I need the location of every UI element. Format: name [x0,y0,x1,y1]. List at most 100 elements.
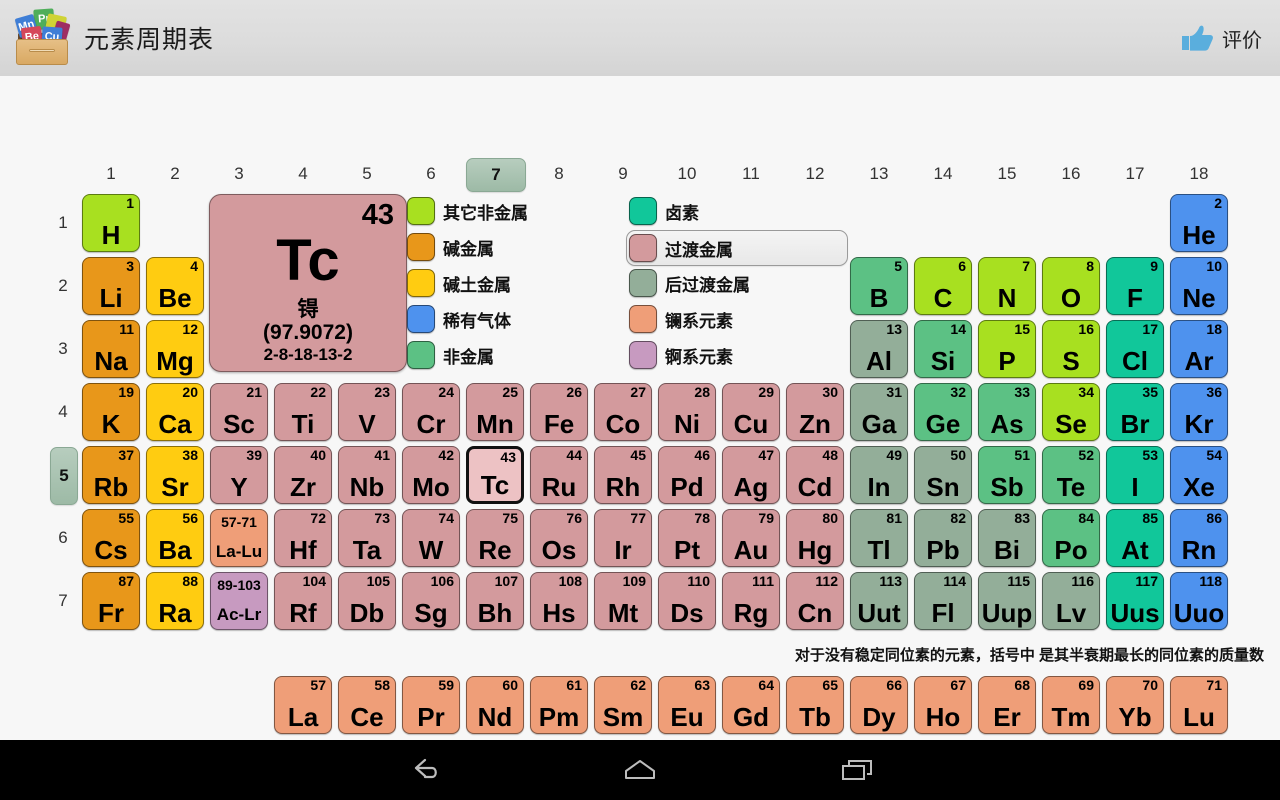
element-cell-B[interactable]: 5B [850,257,908,315]
element-cell-Cd[interactable]: 48Cd [786,446,844,504]
element-cell-Po[interactable]: 84Po [1042,509,1100,567]
element-cell-As[interactable]: 33As [978,383,1036,441]
element-cell-Na[interactable]: 11Na [82,320,140,378]
element-cell-Rf[interactable]: 104Rf [274,572,332,630]
legend-item-1[interactable]: 碱金属 [407,232,494,262]
period-header-2[interactable]: 2 [50,258,76,314]
group-header-1[interactable]: 1 [82,158,140,190]
element-cell-Os[interactable]: 76Os [530,509,588,567]
element-cell-Sb[interactable]: 51Sb [978,446,1036,504]
element-cell-S[interactable]: 16S [1042,320,1100,378]
element-cell-Er[interactable]: 68Er [978,676,1036,734]
element-cell-Br[interactable]: 35Br [1106,383,1164,441]
element-cell-Gd[interactable]: 64Gd [722,676,780,734]
element-cell-Db[interactable]: 105Db [338,572,396,630]
element-cell-Re[interactable]: 75Re [466,509,524,567]
group-header-2[interactable]: 2 [146,158,204,190]
element-cell-Xe[interactable]: 54Xe [1170,446,1228,504]
element-cell-Ne[interactable]: 10Ne [1170,257,1228,315]
group-header-11[interactable]: 11 [722,158,780,190]
period-header-3[interactable]: 3 [50,321,76,377]
element-cell-Mo[interactable]: 42Mo [402,446,460,504]
element-cell-Fe[interactable]: 26Fe [530,383,588,441]
element-detail-panel[interactable]: 43 Tc 锝 (97.9072) 2-8-18-13-2 [209,194,407,372]
legend-item-3[interactable]: 稀有气体 [407,304,511,334]
element-cell-Pt[interactable]: 78Pt [658,509,716,567]
element-cell-Uuo[interactable]: 118Uuo [1170,572,1228,630]
group-header-8[interactable]: 8 [530,158,588,190]
group-header-17[interactable]: 17 [1106,158,1164,190]
element-cell-Rb[interactable]: 37Rb [82,446,140,504]
group-header-12[interactable]: 12 [786,158,844,190]
legend-item-0[interactable]: 其它非金属 [407,196,528,226]
element-cell-Mt[interactable]: 109Mt [594,572,652,630]
group-header-14[interactable]: 14 [914,158,972,190]
group-header-3[interactable]: 3 [210,158,268,190]
element-cell-C[interactable]: 6C [914,257,972,315]
element-cell-Ho[interactable]: 67Ho [914,676,972,734]
element-cell-Tc[interactable]: 43Tc [466,446,524,504]
element-cell-Ca[interactable]: 20Ca [146,383,204,441]
element-cell-Yb[interactable]: 70Yb [1106,676,1164,734]
element-cell-Tb[interactable]: 65Tb [786,676,844,734]
legend-item-6[interactable]: 过渡金属 [626,230,848,266]
element-cell-Ds[interactable]: 110Ds [658,572,716,630]
element-cell-H[interactable]: 1H [82,194,140,252]
element-cell-P[interactable]: 15P [978,320,1036,378]
element-cell-Mg[interactable]: 12Mg [146,320,204,378]
element-cell-Ra[interactable]: 88Ra [146,572,204,630]
element-cell-Tm[interactable]: 69Tm [1042,676,1100,734]
element-cell-Nd[interactable]: 60Nd [466,676,524,734]
group-header-18[interactable]: 18 [1170,158,1228,190]
element-cell-Bh[interactable]: 107Bh [466,572,524,630]
period-header-5[interactable]: 5 [50,447,78,505]
element-cell-Mn[interactable]: 25Mn [466,383,524,441]
element-cell-Rg[interactable]: 111Rg [722,572,780,630]
element-cell-Rh[interactable]: 45Rh [594,446,652,504]
element-cell-Uus[interactable]: 117Uus [1106,572,1164,630]
element-cell-Pm[interactable]: 61Pm [530,676,588,734]
element-cell-Fr[interactable]: 87Fr [82,572,140,630]
element-cell-Tl[interactable]: 81Tl [850,509,908,567]
element-cell-Ir[interactable]: 77Ir [594,509,652,567]
element-cell-Cu[interactable]: 29Cu [722,383,780,441]
element-cell-Fl[interactable]: 114Fl [914,572,972,630]
element-cell-Ti[interactable]: 22Ti [274,383,332,441]
element-cell-Hf[interactable]: 72Hf [274,509,332,567]
legend-item-2[interactable]: 碱土金属 [407,268,511,298]
element-cell-Hg[interactable]: 80Hg [786,509,844,567]
rate-button[interactable]: 评价 [1172,14,1270,62]
element-cell-Nb[interactable]: 41Nb [338,446,396,504]
legend-item-9[interactable]: 锕系元素 [629,340,733,370]
period-header-6[interactable]: 6 [50,510,76,566]
element-cell-Ac-Lr[interactable]: 89-103Ac-Lr [210,572,268,630]
period-header-7[interactable]: 7 [50,573,76,629]
group-header-16[interactable]: 16 [1042,158,1100,190]
element-cell-Cr[interactable]: 24Cr [402,383,460,441]
element-cell-Li[interactable]: 3Li [82,257,140,315]
element-cell-Sr[interactable]: 38Sr [146,446,204,504]
element-cell-Y[interactable]: 39Y [210,446,268,504]
element-cell-Co[interactable]: 27Co [594,383,652,441]
element-cell-Ge[interactable]: 32Ge [914,383,972,441]
element-cell-Lu[interactable]: 71Lu [1170,676,1228,734]
group-header-10[interactable]: 10 [658,158,716,190]
group-header-15[interactable]: 15 [978,158,1036,190]
element-cell-W[interactable]: 74W [402,509,460,567]
element-cell-Kr[interactable]: 36Kr [1170,383,1228,441]
element-cell-La-Lu[interactable]: 57-71La-Lu [210,509,268,567]
element-cell-Eu[interactable]: 63Eu [658,676,716,734]
element-cell-Pr[interactable]: 59Pr [402,676,460,734]
legend-item-8[interactable]: 镧系元素 [629,304,733,334]
element-cell-Zn[interactable]: 30Zn [786,383,844,441]
legend-item-5[interactable]: 卤素 [629,196,699,226]
app-icon[interactable]: Pr Mn Be Cu [12,9,70,67]
element-cell-Pd[interactable]: 46Pd [658,446,716,504]
back-icon[interactable] [368,740,488,800]
element-cell-Sc[interactable]: 21Sc [210,383,268,441]
element-cell-Pb[interactable]: 82Pb [914,509,972,567]
period-header-1[interactable]: 1 [50,195,76,251]
group-header-7[interactable]: 7 [466,158,526,192]
element-cell-La[interactable]: 57La [274,676,332,734]
element-cell-Te[interactable]: 52Te [1042,446,1100,504]
